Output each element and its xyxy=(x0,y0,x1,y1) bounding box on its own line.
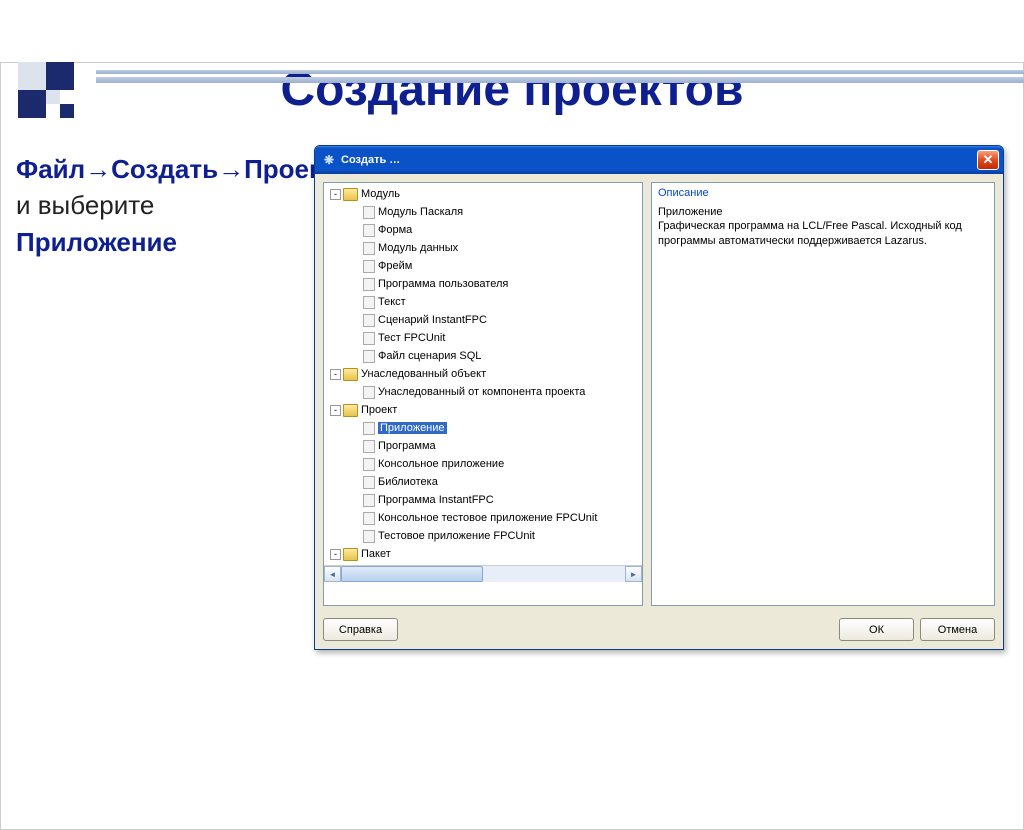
project-tree[interactable]: - Модуль Модуль Паскаля Форма Модуль данных Ф… xyxy=(323,182,643,606)
file-icon xyxy=(363,314,375,327)
tree-item-label: Приложение xyxy=(378,422,447,434)
tree-item-label: Тестовое приложение FPCUnit xyxy=(378,530,535,542)
file-icon xyxy=(363,242,375,255)
tree-item-label: Пакет xyxy=(361,548,391,560)
tree-item-label: Библиотека xyxy=(378,476,438,488)
tree-item-label: Проект xyxy=(361,404,397,416)
tree-item-label: Унаследованный от компонента проекта xyxy=(378,386,585,398)
slide-decoration xyxy=(0,62,1024,102)
description-heading: Описание xyxy=(658,187,988,199)
folder-icon xyxy=(343,548,358,561)
tree-item[interactable]: - Проект xyxy=(324,401,642,419)
file-icon xyxy=(363,296,375,309)
tree-item-label: Модуль xyxy=(361,188,400,200)
file-icon xyxy=(363,206,375,219)
tree-item[interactable]: Сценарий InstantFPC xyxy=(324,311,642,329)
tree-item[interactable]: Текст xyxy=(324,293,642,311)
file-icon xyxy=(363,458,375,471)
tree-item-label: Файл сценария SQL xyxy=(378,350,481,362)
horizontal-scrollbar[interactable]: ◄ ► xyxy=(324,565,642,582)
file-icon xyxy=(363,350,375,363)
tree-item[interactable]: Модуль данных xyxy=(324,239,642,257)
tree-item[interactable]: Модуль Паскаля xyxy=(324,203,642,221)
help-button[interactable]: Справка xyxy=(323,618,398,641)
instruction-text: Файл→Создать→Проект и выберите Приложени… xyxy=(16,145,306,650)
tree-item-label: Программа InstantFPC xyxy=(378,494,494,506)
file-icon xyxy=(363,476,375,489)
tree-item-label: Программа xyxy=(378,440,436,452)
tree-item-label: Сценарий InstantFPC xyxy=(378,314,487,326)
file-icon xyxy=(363,530,375,543)
tree-item[interactable]: Унаследованный от компонента проекта xyxy=(324,383,642,401)
folder-icon xyxy=(343,188,358,201)
tree-item[interactable]: Тест FPCUnit xyxy=(324,329,642,347)
close-button[interactable]: ✕ xyxy=(977,150,999,170)
tree-item[interactable]: - Модуль xyxy=(324,185,642,203)
folder-icon xyxy=(343,368,358,381)
tree-item-label: Консольное тестовое приложение FPCUnit xyxy=(378,512,597,524)
description-panel: Описание ПриложениеГрафическая программа… xyxy=(651,182,995,606)
tree-item[interactable]: Библиотека xyxy=(324,473,642,491)
collapse-icon[interactable]: - xyxy=(330,405,341,416)
tree-item-label: Тест FPCUnit xyxy=(378,332,445,344)
ok-button[interactable]: ОК xyxy=(839,618,914,641)
tree-item[interactable]: Тестовое приложение FPCUnit xyxy=(324,527,642,545)
file-icon xyxy=(363,224,375,237)
tree-item[interactable]: Консольное тестовое приложение FPCUnit xyxy=(324,509,642,527)
file-icon xyxy=(363,440,375,453)
tree-item-label: Модуль Паскаля xyxy=(378,206,463,218)
create-dialog: ❋ Создать … ✕ - Модуль Модуль Паскаля Форма… xyxy=(314,145,1004,650)
file-icon xyxy=(363,422,375,435)
tree-item[interactable]: - Унаследованный объект xyxy=(324,365,642,383)
file-icon xyxy=(363,332,375,345)
file-icon xyxy=(363,386,375,399)
tree-item[interactable]: - Пакет xyxy=(324,545,642,563)
description-text: ПриложениеГрафическая программа на LCL/F… xyxy=(658,205,988,248)
folder-icon xyxy=(343,404,358,417)
tree-item[interactable]: Программа xyxy=(324,437,642,455)
scroll-right-button[interactable]: ► xyxy=(625,566,642,582)
tree-item[interactable]: Форма xyxy=(324,221,642,239)
collapse-icon[interactable]: - xyxy=(330,369,341,380)
tree-item[interactable]: Файл сценария SQL xyxy=(324,347,642,365)
tree-item[interactable]: Приложение xyxy=(324,419,642,437)
scrollbar-thumb[interactable] xyxy=(341,566,483,582)
tree-item-label: Унаследованный объект xyxy=(361,368,486,380)
tree-item-label: Модуль данных xyxy=(378,242,458,254)
cancel-button[interactable]: Отмена xyxy=(920,618,995,641)
file-icon xyxy=(363,260,375,273)
file-icon xyxy=(363,512,375,525)
file-icon xyxy=(363,278,375,291)
tree-item-label: Форма xyxy=(378,224,412,236)
tree-item-label: Фрейм xyxy=(378,260,412,272)
collapse-icon[interactable]: - xyxy=(330,189,341,200)
lazarus-icon: ❋ xyxy=(321,152,337,168)
scroll-left-button[interactable]: ◄ xyxy=(324,566,341,582)
tree-item-label: Текст xyxy=(378,296,406,308)
tree-item[interactable]: Программа InstantFPC xyxy=(324,491,642,509)
file-icon xyxy=(363,494,375,507)
tree-item[interactable]: Программа пользователя xyxy=(324,275,642,293)
collapse-icon[interactable]: - xyxy=(330,549,341,560)
close-icon: ✕ xyxy=(983,152,994,168)
tree-item[interactable]: Консольное приложение xyxy=(324,455,642,473)
tree-item[interactable]: Фрейм xyxy=(324,257,642,275)
dialog-titlebar[interactable]: ❋ Создать … ✕ xyxy=(315,146,1003,174)
dialog-title: Создать … xyxy=(341,154,400,166)
tree-item-label: Программа пользователя xyxy=(378,278,508,290)
tree-item-label: Консольное приложение xyxy=(378,458,504,470)
